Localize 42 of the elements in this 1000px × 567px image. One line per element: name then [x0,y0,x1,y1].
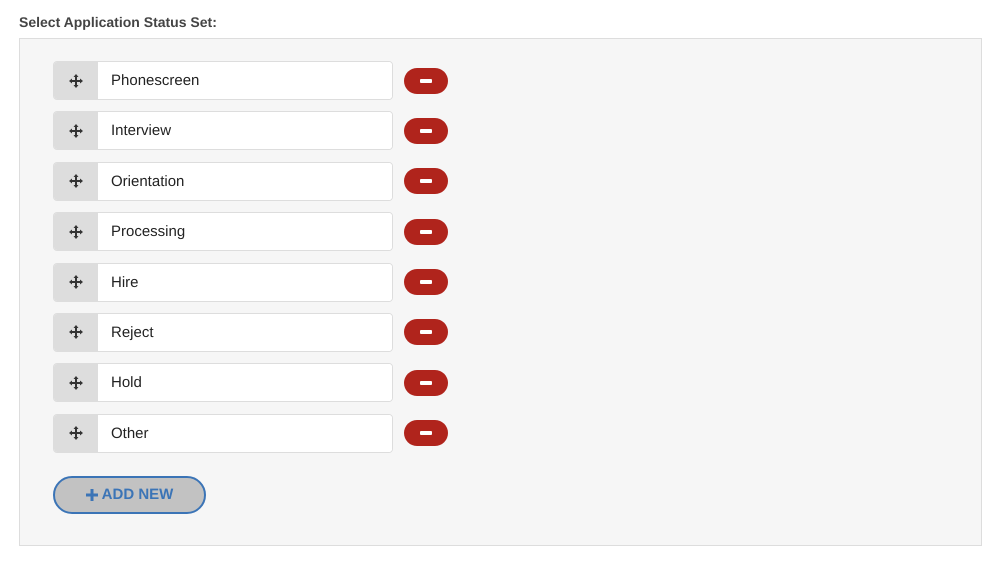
move-icon [69,224,83,239]
drag-handle[interactable] [54,364,98,402]
drag-handle[interactable] [54,162,98,200]
move-icon [69,174,83,188]
status-field[interactable]: Interview [53,111,393,150]
status-field[interactable]: Processing [53,212,393,252]
remove-button[interactable] [404,420,448,446]
status-field[interactable]: Hold [53,363,393,402]
remove-button[interactable] [404,68,448,94]
remove-button[interactable] [404,118,448,144]
remove-button[interactable] [404,269,448,296]
remove-button[interactable] [404,168,448,194]
minus-icon [420,380,432,385]
minus-icon [420,230,432,234]
minus-icon [420,280,432,284]
status-field[interactable]: Orientation [53,162,393,201]
remove-button[interactable] [404,218,448,245]
status-field[interactable]: Hire [53,262,393,302]
section-heading: Select Application Status Set: [19,14,218,30]
minus-icon [420,431,432,436]
status-field[interactable]: Other [53,414,393,453]
remove-button[interactable] [404,370,448,396]
remove-button[interactable] [404,319,448,346]
drag-handle[interactable] [54,414,98,452]
drag-handle[interactable] [54,264,98,301]
move-icon [69,376,83,390]
plus-icon [86,488,98,501]
drag-handle[interactable] [54,314,98,351]
minus-icon [420,330,432,334]
status-field[interactable]: Phonescreen [53,61,393,100]
minus-icon [420,78,432,82]
move-icon [69,426,83,440]
move-icon [69,325,83,340]
drag-handle[interactable] [54,62,98,99]
move-icon [69,275,83,290]
status-field[interactable]: Reject [53,312,393,352]
drag-handle[interactable] [54,112,98,150]
move-icon [69,74,83,88]
move-icon [69,124,83,138]
minus-icon [420,128,432,133]
minus-icon [420,179,432,184]
drag-handle[interactable] [54,213,98,250]
